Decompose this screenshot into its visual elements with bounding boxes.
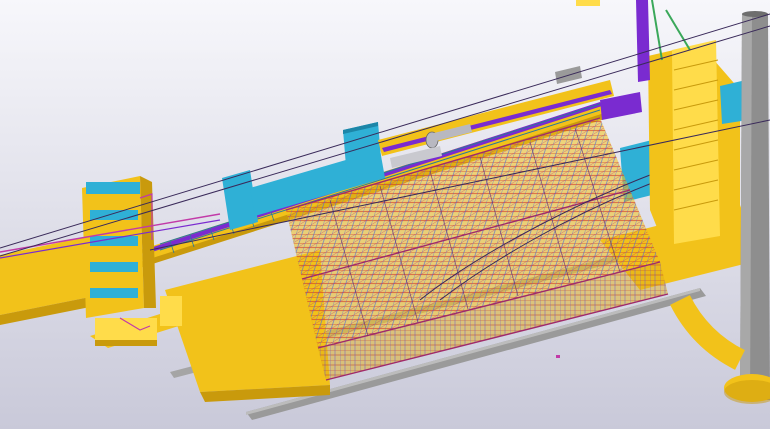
marker-dot [556, 355, 560, 358]
bim-3d-model-view[interactable] [0, 0, 770, 429]
model-viewport[interactable] [0, 0, 770, 429]
